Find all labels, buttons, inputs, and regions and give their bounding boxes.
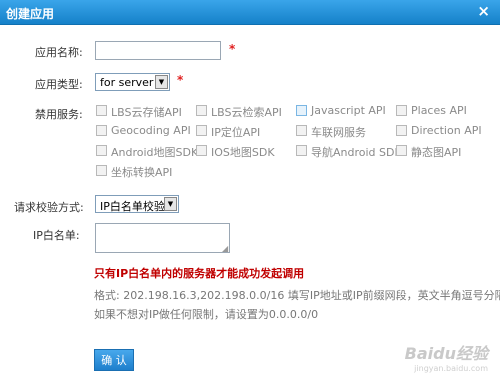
service-checkbox[interactable] [96,125,107,136]
app-name-required-mark: * [229,42,236,56]
service-checkbox[interactable] [196,125,207,136]
service-checkbox[interactable] [296,105,307,116]
service-checkbox[interactable] [196,105,207,116]
service-checkbox[interactable] [296,145,307,156]
service-label: Geocoding API [111,124,191,137]
ip-whitelist-textarea[interactable] [95,223,230,253]
service-label: 导航Android SDK [311,146,402,159]
whitelist-warning: 只有IP白名单内的服务器才能成功发起调用 [94,267,305,280]
service-checkbox[interactable] [96,145,107,156]
baidu-jingyan-watermark: Baidu经验 jingyan.baidu.com [405,340,488,373]
verify-method-selected-value: IP白名单校验 [100,200,165,213]
service-label: Javascript API [311,104,386,117]
chevron-down-icon[interactable]: ▼ [155,75,168,89]
app-type-select[interactable]: for server ▼ [95,73,170,91]
app-type-selected-value: for server [100,76,154,89]
whitelist-format-hint: 格式: 202.198.16.3,202.198.0.0/16 填写IP地址或I… [94,289,500,302]
service-label: LBS云存储API [111,106,182,119]
ip-whitelist-label: IP白名单: [33,229,80,242]
service-label: 车联网服务 [311,126,366,139]
service-label: 坐标转换API [111,166,173,179]
close-icon[interactable]: × [477,3,490,19]
app-name-input[interactable] [95,41,221,60]
service-checkbox[interactable] [96,105,107,116]
service-label: Direction API [411,124,482,137]
service-label: IP定位API [211,126,261,139]
resize-handle-icon[interactable]: ◢ [222,244,228,253]
service-label: 静态图API [411,146,462,159]
service-checkbox[interactable] [396,125,407,136]
service-label: IOS地图SDK [211,146,275,159]
verify-method-select[interactable]: IP白名单校验 ▼ [95,195,179,213]
app-type-required-mark: * [177,73,184,87]
service-checkbox[interactable] [196,145,207,156]
service-checkbox[interactable] [396,145,407,156]
watermark-text: Baidu经验 [404,344,488,363]
chevron-down-icon[interactable]: ▼ [164,197,177,211]
service-label: Android地图SDK [111,146,199,159]
service-checkbox[interactable] [396,105,407,116]
service-label: Places API [411,104,467,117]
dialog-title-bar: 创建应用 × [0,0,500,25]
app-name-label: 应用名称: [35,46,83,59]
service-checkbox[interactable] [96,165,107,176]
service-label: LBS云检索API [211,106,282,119]
whitelist-unrestricted-hint: 如果不想对IP做任何限制，请设置为0.0.0.0/0 [94,308,319,321]
verify-method-label: 请求校验方式: [14,201,84,214]
app-type-label: 应用类型: [35,78,83,91]
service-checkbox[interactable] [296,125,307,136]
confirm-button[interactable]: 确 认 [94,349,134,371]
watermark-subtext: jingyan.baidu.com [414,364,488,373]
dialog-title: 创建应用 [6,7,55,21]
disabled-services-label: 禁用服务: [35,108,83,121]
